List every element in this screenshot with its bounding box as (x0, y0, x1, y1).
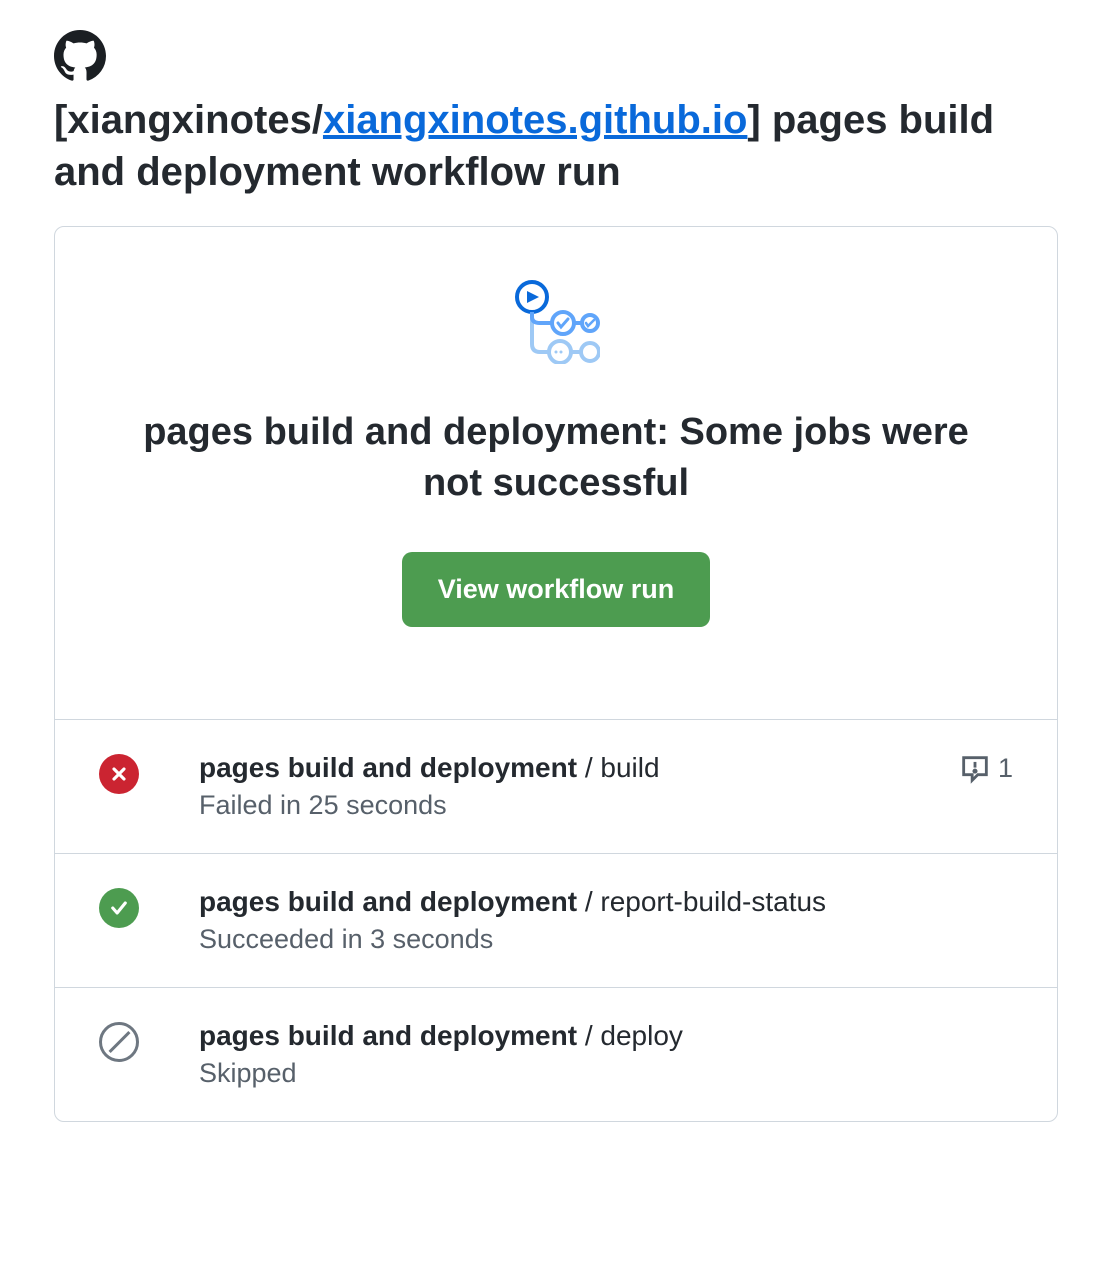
job-title: pages build and deployment / deploy (199, 1020, 1013, 1052)
view-workflow-button[interactable]: View workflow run (402, 552, 711, 627)
job-result-text: Skipped (199, 1058, 1013, 1089)
comment-alert-icon (958, 752, 992, 786)
annotation-count[interactable]: 1 (958, 752, 1013, 786)
job-title: pages build and deployment / build (199, 752, 898, 784)
job-result-text: Failed in 25 seconds (199, 790, 898, 821)
workflow-icon (512, 279, 600, 369)
job-title: pages build and deployment / report-buil… (199, 886, 1013, 918)
status-skipped-icon (99, 1022, 139, 1062)
status-failed-icon (99, 754, 139, 794)
job-content: pages build and deployment / deploy Skip… (199, 1020, 1013, 1089)
github-logo-icon (54, 30, 106, 82)
job-row[interactable]: pages build and deployment / report-buil… (55, 854, 1057, 988)
job-result-text: Succeeded in 3 seconds (199, 924, 1013, 955)
status-success-icon (99, 888, 139, 928)
repo-link[interactable]: xiangxinotes.github.io (323, 98, 747, 142)
job-content: pages build and deployment / build Faile… (199, 752, 898, 821)
card-header: pages build and deployment: Some jobs we… (55, 227, 1057, 720)
workflow-card: pages build and deployment: Some jobs we… (54, 226, 1058, 1122)
card-title: pages build and deployment: Some jobs we… (111, 407, 1001, 510)
job-row[interactable]: pages build and deployment / build Faile… (55, 720, 1057, 854)
job-content: pages build and deployment / report-buil… (199, 886, 1013, 955)
job-row[interactable]: pages build and deployment / deploy Skip… (55, 988, 1057, 1121)
page-title: [xiangxinotes/xiangxinotes.github.io] pa… (54, 94, 1058, 198)
